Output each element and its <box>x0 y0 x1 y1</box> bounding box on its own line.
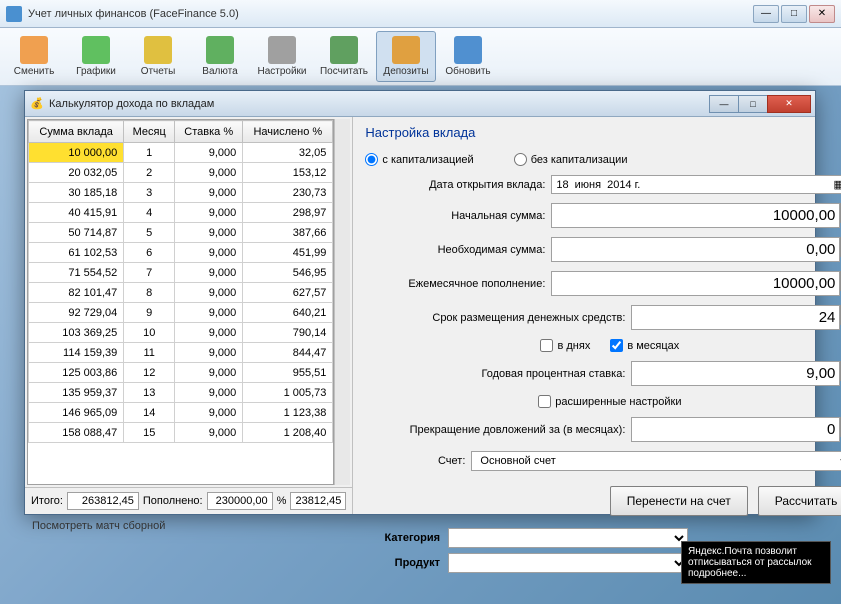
transfer-button[interactable]: Перенести на счет <box>610 486 748 516</box>
table-panel: Сумма вклада Месяц Ставка % Начислено % … <box>25 117 353 514</box>
dialog-maximize-button[interactable]: □ <box>738 95 768 113</box>
toolbar-icon <box>454 36 482 64</box>
total-sum: 263812,45 <box>67 492 139 510</box>
table-row[interactable]: 146 965,09149,0001 123,38 <box>29 403 333 423</box>
toolbar-графики[interactable]: Графики <box>66 31 126 82</box>
product-label: Продукт <box>360 557 440 569</box>
main-title: Учет личных финансов (FaceFinance 5.0) <box>28 8 753 20</box>
toolbar-icon <box>144 36 172 64</box>
table-row[interactable]: 158 088,47159,0001 208,40 <box>29 423 333 443</box>
monthly-input[interactable] <box>551 271 840 296</box>
toolbar-icon <box>206 36 234 64</box>
cap-on-radio[interactable]: с капитализацией <box>365 153 473 166</box>
col-rate[interactable]: Ставка % <box>175 121 243 143</box>
in-days-checkbox[interactable]: в днях <box>540 339 590 352</box>
grid-scrollbar[interactable] <box>334 119 350 485</box>
main-titlebar: Учет личных финансов (FaceFinance 5.0) —… <box>0 0 841 28</box>
rate-input[interactable] <box>631 361 840 386</box>
yandex-tooltip[interactable]: Яндекс.Почта позволит отписываться от ра… <box>681 541 831 584</box>
toolbar-icon <box>392 36 420 64</box>
monthly-label: Ежемесячное пополнение: <box>365 278 545 290</box>
pct-value: 23812,45 <box>290 492 346 510</box>
toolbar-отчеты[interactable]: Отчеты <box>128 31 188 82</box>
dialog-close-button[interactable]: ✕ <box>767 95 811 113</box>
total-label: Итого: <box>31 495 63 507</box>
table-row[interactable]: 20 032,0529,000153,12 <box>29 163 333 183</box>
calendar-icon[interactable]: ▦▾ <box>833 178 841 191</box>
product-select[interactable] <box>448 553 688 573</box>
account-select[interactable]: Основной счет <box>471 451 841 471</box>
dialog-minimize-button[interactable]: — <box>709 95 739 113</box>
account-label: Счет: <box>365 455 465 467</box>
totals-row: Итого: 263812,45 Пополнено: 230000,00 % … <box>25 487 352 514</box>
toolbar-сменить[interactable]: Сменить <box>4 31 64 82</box>
topup-value: 230000,00 <box>207 492 273 510</box>
deposit-grid[interactable]: Сумма вклада Месяц Ставка % Начислено % … <box>27 119 334 485</box>
main-toolbar: СменитьГрафикиОтчетыВалютаНастройкиПосчи… <box>0 28 841 86</box>
settings-panel: Настройка вклада с капитализацией без ка… <box>353 117 841 514</box>
advanced-checkbox[interactable]: расширенные настройки <box>538 395 681 408</box>
toolbar-валюта[interactable]: Валюта <box>190 31 250 82</box>
need-sum-input[interactable] <box>551 237 840 262</box>
app-icon <box>6 6 22 22</box>
start-sum-input[interactable] <box>551 203 840 228</box>
toolbar-icon <box>20 36 48 64</box>
open-date-label: Дата открытия вклада: <box>365 179 545 191</box>
calculate-button[interactable]: Рассчитать <box>758 486 841 516</box>
table-row[interactable]: 82 101,4789,000627,57 <box>29 283 333 303</box>
toolbar-посчитать[interactable]: Посчитать <box>314 31 374 82</box>
toolbar-настройки[interactable]: Настройки <box>252 31 312 82</box>
stop-label: Прекращение довложений за (в месяцах): <box>365 424 625 436</box>
table-row[interactable]: 10 000,0019,00032,05 <box>29 143 333 163</box>
maximize-button[interactable]: □ <box>781 5 807 23</box>
start-sum-label: Начальная сумма: <box>365 210 545 222</box>
dialog-titlebar: 💰 Калькулятор дохода по вкладам — □ ✕ <box>25 91 815 117</box>
toolbar-icon <box>82 36 110 64</box>
table-row[interactable]: 103 369,25109,000790,14 <box>29 323 333 343</box>
table-row[interactable]: 40 415,9149,000298,97 <box>29 203 333 223</box>
settings-heading: Настройка вклада <box>365 125 841 140</box>
toolbar-icon <box>268 36 296 64</box>
table-row[interactable]: 71 554,5279,000546,95 <box>29 263 333 283</box>
col-month[interactable]: Месяц <box>124 121 175 143</box>
col-sum[interactable]: Сумма вклада <box>29 121 124 143</box>
deposit-calculator-dialog: 💰 Калькулятор дохода по вкладам — □ ✕ Су… <box>24 90 816 515</box>
toolbar-icon <box>330 36 358 64</box>
stop-input[interactable] <box>631 417 840 442</box>
need-sum-label: Необходимая сумма: <box>365 244 545 256</box>
table-row[interactable]: 30 185,1839,000230,73 <box>29 183 333 203</box>
table-row[interactable]: 61 102,5369,000451,99 <box>29 243 333 263</box>
table-row[interactable]: 114 159,39119,000844,47 <box>29 343 333 363</box>
term-label: Срок размещения денежных средств: <box>365 312 625 324</box>
category-select[interactable] <box>448 528 688 548</box>
close-button[interactable]: ✕ <box>809 5 835 23</box>
minimize-button[interactable]: — <box>753 5 779 23</box>
table-row[interactable]: 135 959,37139,0001 005,73 <box>29 383 333 403</box>
pct-label: % <box>277 495 287 507</box>
cap-off-radio[interactable]: без капитализации <box>514 153 628 166</box>
table-row[interactable]: 50 714,8759,000387,66 <box>29 223 333 243</box>
in-months-checkbox[interactable]: в месяцах <box>610 339 679 352</box>
rate-label: Годовая процентная ставка: <box>365 368 625 380</box>
category-label: Категория <box>360 532 440 544</box>
toolbar-обновить[interactable]: Обновить <box>438 31 498 82</box>
dialog-title: Калькулятор дохода по вкладам <box>49 98 710 110</box>
match-link[interactable]: Посмотреть матч сборной <box>32 520 165 532</box>
dialog-icon: 💰 <box>29 96 45 112</box>
topup-label: Пополнено: <box>143 495 203 507</box>
table-row[interactable]: 92 729,0499,000640,21 <box>29 303 333 323</box>
table-row[interactable]: 125 003,86129,000955,51 <box>29 363 333 383</box>
col-accrued[interactable]: Начислено % <box>243 121 333 143</box>
term-input[interactable] <box>631 305 840 330</box>
open-date-picker[interactable]: 18 июня 2014 г. ▦▾ <box>551 175 841 194</box>
toolbar-депозиты[interactable]: Депозиты <box>376 31 436 82</box>
